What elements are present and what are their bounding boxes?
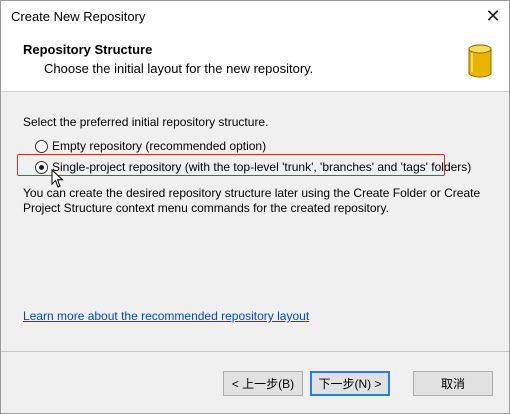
- window-title: Create New Repository: [11, 9, 146, 24]
- radio-empty[interactable]: [35, 139, 48, 153]
- structure-description: You can create the desired repository st…: [23, 186, 481, 215]
- header-title: Repository Structure: [23, 42, 153, 57]
- structure-prompt: Select the preferred initial repository …: [23, 115, 269, 129]
- footer-separator: [1, 351, 509, 352]
- option-empty-label: Empty repository (recommended option): [52, 139, 267, 153]
- radio-single-project[interactable]: [35, 160, 48, 174]
- option-single-project-label: Single-project repository (with the top-…: [52, 160, 472, 174]
- dialog-window: Create New Repository ✕ Repository Struc…: [0, 0, 510, 414]
- wizard-header: Repository Structure Choose the initial …: [1, 31, 509, 92]
- header-subtitle: Choose the initial layout for the new re…: [44, 61, 314, 76]
- cancel-button[interactable]: 取消: [413, 371, 493, 396]
- close-icon[interactable]: ✕: [477, 1, 509, 31]
- mouse-cursor-icon: [51, 169, 64, 188]
- database-icon: [468, 44, 492, 78]
- option-empty-repository[interactable]: Empty repository (recommended option): [35, 137, 266, 155]
- next-button[interactable]: 下一步(N) >: [310, 371, 390, 396]
- option-single-project-repository[interactable]: Single-project repository (with the top-…: [31, 158, 475, 176]
- learn-more-link[interactable]: Learn more about the recommended reposit…: [23, 309, 309, 323]
- back-button[interactable]: < 上一步(B): [223, 371, 303, 396]
- title-bar: Create New Repository ✕: [1, 1, 509, 31]
